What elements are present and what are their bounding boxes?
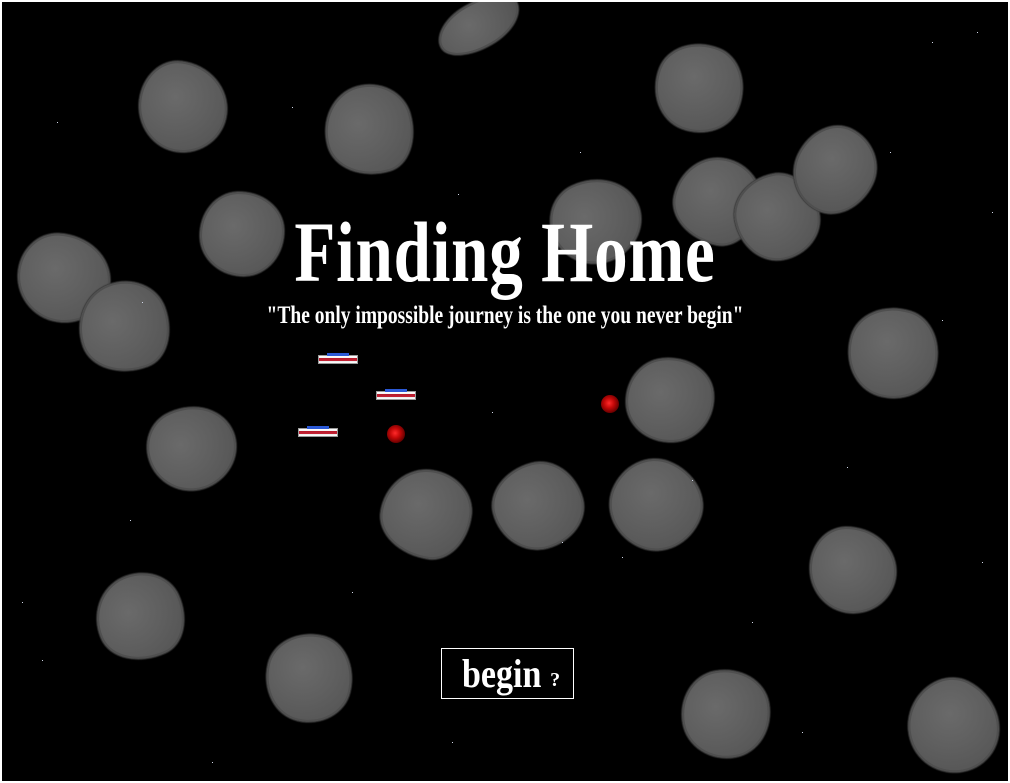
asteroid [429, 2, 529, 67]
ship [376, 389, 416, 400]
star [942, 320, 943, 321]
star [130, 520, 131, 521]
begin-button-label: begin [461, 650, 542, 696]
star [458, 194, 459, 195]
asteroid [133, 389, 251, 507]
begin-button[interactable]: begin ? [441, 648, 574, 699]
star [492, 412, 493, 413]
asteroid [596, 446, 716, 564]
star [692, 480, 693, 481]
star [992, 212, 993, 213]
asteroid [642, 31, 756, 145]
star [847, 467, 848, 468]
begin-question-mark: ? [550, 669, 561, 691]
ship [318, 353, 358, 364]
asteroid [483, 452, 593, 560]
star [977, 32, 978, 33]
star [982, 562, 983, 563]
star [212, 762, 213, 763]
star [22, 602, 23, 603]
red-mine [387, 425, 405, 443]
star [452, 742, 453, 743]
asteroid [314, 74, 424, 186]
star [57, 122, 58, 123]
red-mine [601, 395, 619, 413]
star [932, 42, 933, 43]
asteroid [621, 353, 719, 447]
star [752, 622, 753, 623]
star [802, 732, 803, 733]
asteroid [675, 663, 777, 765]
star [42, 660, 43, 661]
asteroid [809, 526, 897, 614]
asteroid [82, 559, 198, 675]
game-tagline: "The only impossible journey is the one … [266, 302, 744, 329]
star [622, 557, 623, 558]
star [890, 152, 891, 153]
asteroid [892, 664, 1008, 781]
game-title: Finding Home [294, 204, 716, 300]
star [292, 107, 293, 108]
asteroid [133, 56, 233, 158]
star [562, 542, 563, 543]
star [580, 152, 581, 153]
star [352, 592, 353, 593]
ship [298, 426, 338, 437]
asteroid [257, 625, 361, 731]
asteroid [375, 464, 477, 564]
game-canvas: Finding Home "The only impossible journe… [2, 2, 1008, 781]
